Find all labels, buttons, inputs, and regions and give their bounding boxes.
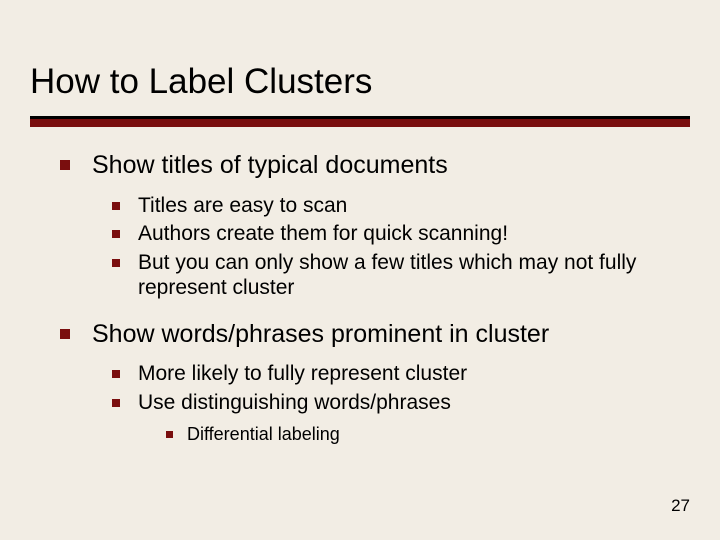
bullet-level2: But you can only show a few titles which… bbox=[112, 250, 690, 301]
bullet-square-icon bbox=[112, 399, 120, 407]
bullet-level2: Use distinguishing words/phrases bbox=[112, 390, 690, 416]
bullet-text: More likely to fully represent cluster bbox=[138, 361, 690, 387]
slide: How to Label Clusters Show titles of typ… bbox=[0, 0, 720, 540]
bullet-text: Authors create them for quick scanning! bbox=[138, 221, 690, 247]
bullet-square-icon bbox=[112, 230, 120, 238]
bullet-text: Show titles of typical documents bbox=[92, 150, 690, 181]
slide-content: Show titles of typical documents Titles … bbox=[60, 150, 690, 446]
bullet-level2: Authors create them for quick scanning! bbox=[112, 221, 690, 247]
bullet-square-icon bbox=[60, 329, 70, 339]
bullet-level2: Titles are easy to scan bbox=[112, 193, 690, 219]
bullet-text: Use distinguishing words/phrases bbox=[138, 390, 690, 416]
bullet-level1: Show words/phrases prominent in cluster bbox=[60, 319, 690, 350]
bullet-text: Show words/phrases prominent in cluster bbox=[92, 319, 690, 350]
bullet-text: Differential labeling bbox=[187, 424, 690, 446]
title-rule-red bbox=[30, 119, 690, 127]
bullet-level2: More likely to fully represent cluster bbox=[112, 361, 690, 387]
bullet-square-icon bbox=[112, 202, 120, 210]
bullet-square-icon bbox=[112, 370, 120, 378]
bullet-square-icon bbox=[60, 160, 70, 170]
bullet-square-icon bbox=[166, 431, 173, 438]
bullet-square-icon bbox=[112, 259, 120, 267]
bullet-level1: Show titles of typical documents bbox=[60, 150, 690, 181]
bullet-text: But you can only show a few titles which… bbox=[138, 250, 690, 301]
slide-title: How to Label Clusters bbox=[30, 62, 372, 102]
bullet-level3: Differential labeling bbox=[166, 424, 690, 446]
page-number: 27 bbox=[671, 496, 690, 516]
bullet-text: Titles are easy to scan bbox=[138, 193, 690, 219]
